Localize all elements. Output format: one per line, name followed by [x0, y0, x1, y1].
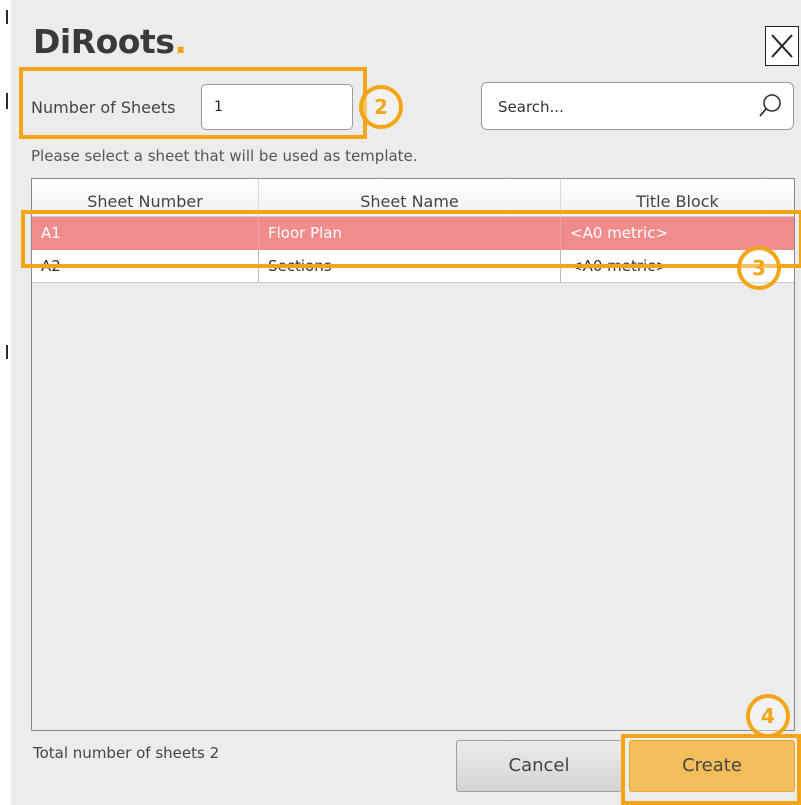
- table-row[interactable]: A2 Sections <A0 metric>: [32, 250, 794, 283]
- diroots-logo: DiRoots.: [33, 22, 187, 61]
- cancel-button[interactable]: Cancel: [456, 740, 622, 792]
- table-header: Sheet Number Sheet Name Title Block: [32, 179, 794, 217]
- search-box[interactable]: Search...: [481, 82, 794, 130]
- create-button[interactable]: Create: [629, 740, 795, 792]
- cell-sheet-number: A2: [41, 257, 61, 275]
- table-row[interactable]: A1 Floor Plan <A0 metric>: [32, 217, 794, 250]
- search-input[interactable]: Search...: [498, 98, 564, 116]
- search-icon[interactable]: [757, 93, 783, 119]
- create-sheets-dialog: DiRoots. Number of Sheets Search... Plea…: [11, 0, 801, 805]
- template-hint: Please select a sheet that will be used …: [31, 147, 418, 165]
- close-icon: [771, 34, 793, 58]
- column-header-title-block[interactable]: Title Block: [560, 179, 794, 216]
- number-of-sheets-label: Number of Sheets: [31, 98, 176, 117]
- edge-mark: [6, 93, 8, 109]
- logo-text: DiRoots: [33, 22, 175, 61]
- number-of-sheets-input[interactable]: [201, 84, 353, 130]
- edge-mark: [6, 10, 8, 24]
- sheets-table: Sheet Number Sheet Name Title Block A1 F…: [31, 178, 795, 731]
- cell-sheet-name: Floor Plan: [258, 217, 560, 250]
- background-window-edge: [0, 0, 11, 805]
- annotation-badge: 3: [737, 246, 781, 290]
- column-header-sheet-number[interactable]: Sheet Number: [32, 179, 258, 216]
- logo-dot: .: [174, 22, 187, 61]
- annotation-badge: 2: [359, 85, 403, 129]
- cell-sheet-number: A1: [41, 224, 61, 242]
- annotation-badge: 4: [746, 694, 790, 738]
- total-sheets-count: Total number of sheets 2: [33, 744, 220, 762]
- cell-sheet-name: Sections: [258, 250, 560, 282]
- column-header-sheet-name[interactable]: Sheet Name: [258, 179, 560, 216]
- close-button[interactable]: [765, 26, 799, 66]
- edge-mark: [6, 345, 8, 359]
